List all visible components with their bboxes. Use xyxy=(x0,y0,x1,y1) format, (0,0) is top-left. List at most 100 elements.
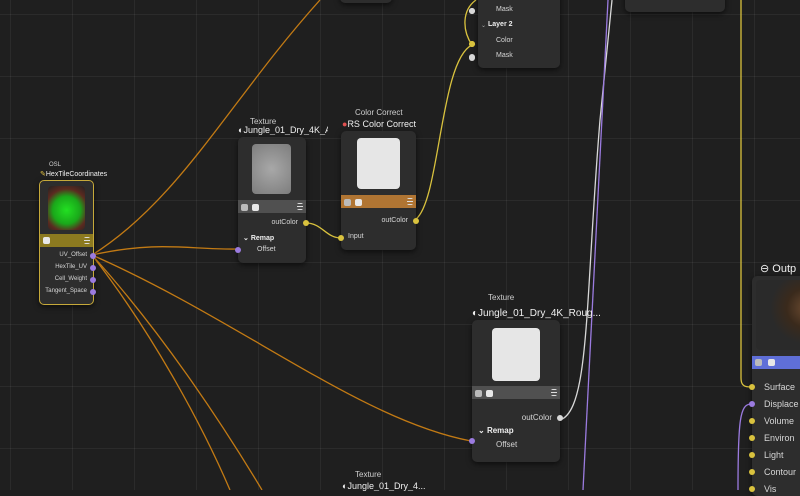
menu-icon[interactable] xyxy=(407,198,413,205)
osl-port-dot-3[interactable] xyxy=(90,289,96,295)
cc-input-label: Input xyxy=(348,233,364,240)
node-layer[interactable]: Mask ⌄ Layer 2 Color Mask xyxy=(469,0,560,68)
layer-left-dot-2[interactable] xyxy=(469,41,475,47)
osl-port-3: Tangent_Space xyxy=(45,288,87,294)
node-texture-ao[interactable]: outColor ⌄ Remap Offset xyxy=(235,137,309,263)
output-port-environment: Environ xyxy=(764,433,795,443)
wire-osl-down1 xyxy=(91,254,231,490)
cc-preview xyxy=(357,138,400,189)
layer2-label: Layer 2 xyxy=(488,21,513,28)
image-icon[interactable] xyxy=(486,389,494,397)
node-editor-canvas[interactable]: Mask ⌄ Layer 2 Color Mask OSL ✎HexTileCo… xyxy=(0,0,800,496)
osl-preview xyxy=(48,186,85,230)
cc-category: Color Correct xyxy=(355,108,403,117)
output-dot-volume[interactable] xyxy=(749,418,755,424)
output-port-surface: Surface xyxy=(764,382,796,392)
mask2-label: Mask xyxy=(496,52,513,59)
node-color-correct[interactable]: outColor Input xyxy=(338,131,419,250)
tex-rough-offset-label: Offset xyxy=(496,440,518,449)
output-dot-surface[interactable] xyxy=(749,384,755,390)
wire-cc-layer xyxy=(415,43,476,220)
output-port-light: Light xyxy=(764,450,784,460)
output-bar xyxy=(752,356,800,369)
cc-bar xyxy=(341,195,416,208)
sphere-icon[interactable] xyxy=(475,389,482,397)
layer-left-dot-3[interactable] xyxy=(469,54,475,60)
output-port-volume: Volume xyxy=(764,416,795,426)
sphere-icon[interactable] xyxy=(241,203,248,211)
cc-out-dot[interactable] xyxy=(413,218,419,224)
output-dot-contour[interactable] xyxy=(749,469,755,475)
wire-purple-long xyxy=(582,0,609,490)
osl-title: ✎HexTileCoordinates xyxy=(40,170,107,178)
sphere-icon[interactable] xyxy=(344,198,351,206)
osl-port-1: HexTile_UV xyxy=(55,264,87,270)
remap-label: Remap xyxy=(250,235,275,242)
image-icon[interactable] xyxy=(252,203,260,211)
image-icon[interactable] xyxy=(355,198,363,206)
output-icon: ⊖ xyxy=(760,263,770,275)
osl-port-dot-1[interactable] xyxy=(90,265,96,271)
output-port-contour: Contour xyxy=(764,467,797,477)
tex-rough-title-text: Jungle_01_Dry_4K_Roug... xyxy=(478,308,601,319)
output-port-displace: Displace xyxy=(764,399,799,409)
tex-ao-remap[interactable]: ⌄ Remap xyxy=(243,234,274,242)
osl-category: OSL xyxy=(49,162,62,168)
node-top-right-partial[interactable] xyxy=(625,0,725,12)
layer-left-dot-1[interactable] xyxy=(469,8,475,14)
output-preview xyxy=(756,280,800,350)
menu-icon[interactable] xyxy=(551,389,557,396)
tex-rough-preview xyxy=(492,328,540,381)
image-icon[interactable] xyxy=(768,359,775,366)
osl-port-2: Cell_Weight xyxy=(54,276,87,282)
tex-rough-out-label: outColor xyxy=(521,413,552,422)
node-top-partial[interactable] xyxy=(340,0,392,3)
tex-ao-preview xyxy=(252,144,291,194)
mask1-label: Mask xyxy=(496,6,513,13)
remap-label: Remap xyxy=(486,426,514,435)
output-dot-environment[interactable] xyxy=(749,435,755,441)
cc-input-dot[interactable] xyxy=(338,235,344,241)
node-osl[interactable]: UV_Offset HexTile_UV Cell_Weight Tangent… xyxy=(39,180,96,305)
tex-ao-title-text: Jungle_01_Dry_4K_AO xyxy=(243,125,328,135)
sphere-icon[interactable] xyxy=(755,359,762,366)
wire-surface xyxy=(740,0,752,388)
wire-displace xyxy=(737,403,752,490)
output-dot-vis[interactable] xyxy=(749,486,755,492)
output-dot-displace[interactable] xyxy=(749,401,755,407)
tex-rough-category: Texture xyxy=(488,293,515,302)
output-title-text: Outp xyxy=(772,263,797,275)
osl-title-text: HexTileCoordinates xyxy=(45,171,108,178)
output-title: ⊖ Outp xyxy=(760,262,800,275)
tex-ao-out-dot[interactable] xyxy=(303,220,309,226)
tex-rough-out-dot[interactable] xyxy=(557,415,563,421)
osl-port-dot-0[interactable] xyxy=(90,253,96,259)
cc-title-text: RS Color Correct xyxy=(347,119,416,129)
cc-title: ●RS Color Correct xyxy=(342,119,416,129)
tex-ao-bar xyxy=(238,200,306,213)
wire-ao-cc xyxy=(305,222,342,239)
tex-rough-offset-dot[interactable] xyxy=(469,438,475,444)
menu-icon[interactable] xyxy=(297,203,303,210)
osl-bar xyxy=(40,234,93,247)
node-texture-rough[interactable]: outColor ⌄ Remap Offset xyxy=(469,320,563,462)
tex-ao-out-label: outColor xyxy=(271,219,298,226)
tex-bottom-category: Texture xyxy=(355,470,382,479)
tex-rough-remap[interactable]: ⌄ Remap xyxy=(478,426,514,435)
output-port-vis: Vis xyxy=(764,484,777,494)
tex-rough-title: ◐Jungle_01_Dry_4K_Roug... xyxy=(472,308,604,319)
menu-icon[interactable] xyxy=(84,237,90,244)
wire-osl-rough xyxy=(91,254,472,442)
chevron-down-icon[interactable]: ⌄ xyxy=(481,22,486,29)
wire-osl-ao xyxy=(91,246,239,256)
osl-port-dot-2[interactable] xyxy=(90,277,96,283)
cc-out-label: outColor xyxy=(381,217,408,224)
wire-layer-up xyxy=(464,0,477,46)
output-dot-light[interactable] xyxy=(749,452,755,458)
color-label: Color xyxy=(496,37,513,44)
tex-ao-offset-dot[interactable] xyxy=(235,247,241,253)
image-icon[interactable] xyxy=(43,237,50,244)
osl-port-0: UV_Offset xyxy=(59,252,87,258)
node-output[interactable]: Surface Displace Volume Environ Light Co… xyxy=(749,276,800,496)
tex-ao-title: ◐Jungle_01_Dry_4K_AO xyxy=(238,125,328,135)
